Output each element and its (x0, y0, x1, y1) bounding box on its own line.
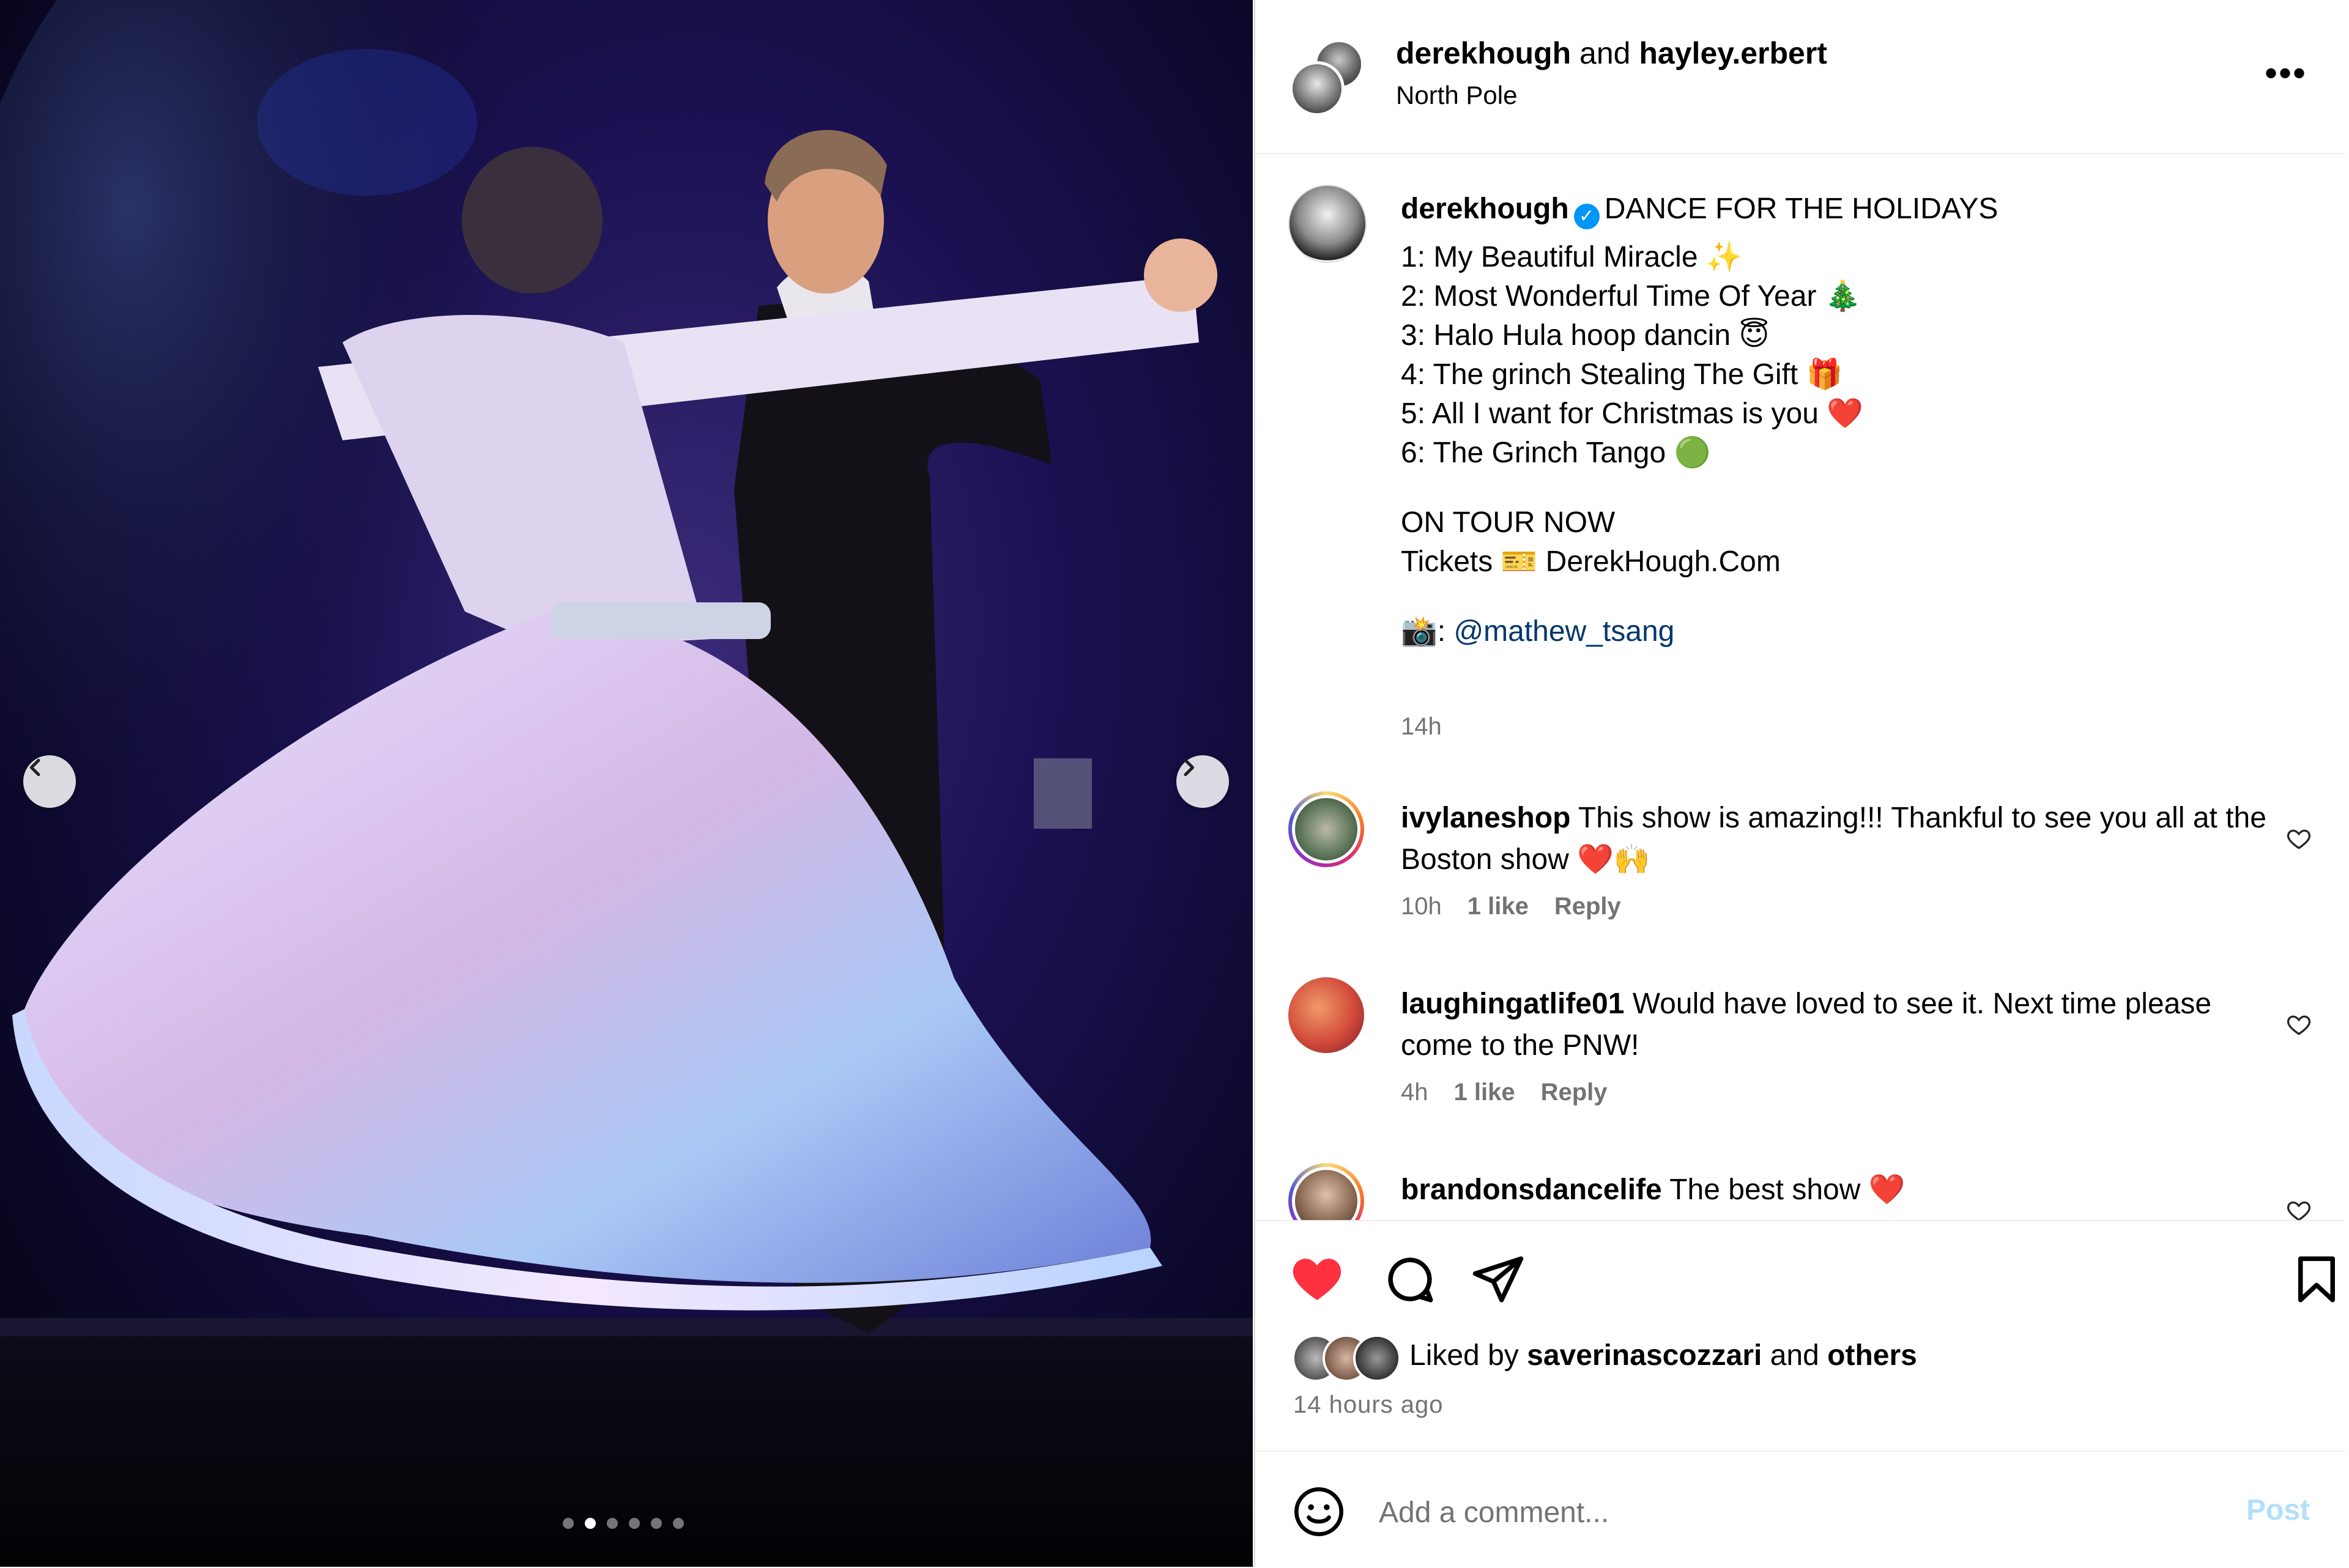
caption-tour: ON TOUR NOW (1401, 506, 1616, 539)
avatar[interactable] (1288, 185, 1367, 263)
comment-likes[interactable]: 1 like (1454, 1079, 1515, 1106)
comment-time[interactable]: 4h (1401, 1079, 1428, 1106)
post-timestamp[interactable]: 14 hours ago (1293, 1391, 1444, 1419)
carousel-dot (651, 1518, 662, 1529)
comments-scroll-area[interactable]: derekhough ✓ DANCE FOR THE HOLIDAYS 1: My … (1255, 154, 2345, 1220)
comment-item: laughingatlife01 Would have loved to see… (1255, 977, 2345, 1136)
chevron-right-icon (1184, 758, 1195, 777)
carousel-indicator (563, 1518, 684, 1529)
caption-list-item: 2: Most Wonderful Time Of Year 🎄 (1401, 280, 1861, 312)
comment-meta: 10h 1 like Reply (1401, 893, 1647, 920)
post-action-bar: Liked by saverinascozzari and others 14 … (1255, 1220, 2345, 1451)
comment-input[interactable] (1378, 1488, 2175, 1536)
share-icon[interactable] (1471, 1252, 1526, 1307)
like-comment-icon[interactable] (2285, 1011, 2312, 1038)
comment-username[interactable]: brandonsdancelife (1401, 1174, 1662, 1206)
liked-by-username[interactable]: saverinascozzari (1527, 1339, 1762, 1372)
comment-body: ivylaneshop This show is amazing!!! Than… (1401, 797, 2282, 881)
comment-icon[interactable] (1382, 1252, 1438, 1307)
dance-photo (0, 0, 1253, 1567)
caption-list-item: 5: All I want for Christmas is you ❤️ (1401, 398, 1863, 430)
caption-username[interactable]: derekhough (1401, 193, 1569, 225)
like-comment-icon[interactable] (2285, 826, 2312, 852)
post-caption: derekhough ✓ DANCE FOR THE HOLIDAYS 1: My … (1401, 190, 2294, 651)
caption-list-item: 4: The grinch Stealing The Gift 🎁 (1401, 358, 1843, 391)
post-comment-button[interactable]: Post (2246, 1493, 2310, 1527)
caption-list-item: 1: My Beautiful Miracle ✨ (1401, 241, 1743, 273)
caption-tickets: Tickets 🎫 DerekHough.Com (1401, 545, 1781, 578)
avatar[interactable] (1288, 791, 1364, 867)
previous-image-button[interactable] (23, 755, 76, 808)
post-location[interactable]: North Pole (1396, 81, 1517, 110)
carousel-dot (673, 1518, 684, 1529)
comment-item: brandonsdancelife The best show ❤️ (1255, 1163, 2345, 1220)
collab-avatars[interactable] (1290, 39, 1364, 116)
caption-list-item: 6: The Grinch Tango 🟢 (1401, 437, 1711, 469)
comment-time[interactable]: 10h (1401, 893, 1442, 920)
avatar (1290, 61, 1345, 116)
comment-username[interactable]: laughingatlife01 (1401, 988, 1624, 1020)
carousel-dot (607, 1518, 618, 1529)
liked-by-prefix: Liked by (1409, 1339, 1519, 1372)
avatar (1353, 1334, 1401, 1382)
carousel-dot-active (585, 1518, 596, 1529)
credit-mention-link[interactable]: @mathew_tsang (1453, 615, 1674, 648)
reply-button[interactable]: Reply (1541, 1079, 1608, 1106)
author-joiner: and (1579, 36, 1631, 70)
post-authors: derekhough and hayley.erbert (1396, 35, 1827, 71)
liked-by-others[interactable]: others (1827, 1339, 1917, 1372)
more-options-icon[interactable]: ••• (2265, 55, 2307, 92)
comment-body: brandonsdancelife The best show ❤️ (1401, 1169, 2282, 1211)
comment-username[interactable]: ivylaneshop (1401, 802, 1570, 834)
coauthor-username[interactable]: hayley.erbert (1639, 36, 1827, 70)
comment-text: The best show ❤️ (1669, 1174, 1906, 1206)
avatar[interactable] (1288, 977, 1364, 1053)
chevron-left-icon (29, 758, 40, 777)
post-media[interactable] (0, 0, 1253, 1567)
comment-item: ivylaneshop This show is amazing!!! Than… (1255, 791, 2345, 950)
author-username[interactable]: derekhough (1396, 36, 1571, 70)
next-image-button[interactable] (1176, 755, 1229, 808)
verified-badge-icon: ✓ (1573, 204, 1600, 229)
post-header: derekhough and hayley.erbert North Pole … (1255, 0, 2345, 154)
liked-by-summary[interactable]: Liked by saverinascozzari and others (1409, 1339, 1917, 1372)
caption-timestamp[interactable]: 14h (1401, 713, 1442, 741)
save-bookmark-icon[interactable] (2289, 1252, 2344, 1307)
credit-prefix: 📸: (1401, 615, 1454, 648)
comment-meta: 4h 1 like Reply (1401, 1079, 1633, 1106)
post-details-panel: derekhough and hayley.erbert North Pole … (1254, 0, 2345, 1567)
reply-button[interactable]: Reply (1554, 893, 1621, 920)
emoji-icon[interactable] (1292, 1485, 1346, 1539)
comment-likes[interactable]: 1 like (1468, 893, 1529, 920)
avatar[interactable] (1288, 1163, 1364, 1220)
carousel-dot (563, 1518, 574, 1529)
comment-body: laughingatlife01 Would have loved to see… (1401, 983, 2282, 1067)
like-comment-icon[interactable] (2285, 1197, 2312, 1220)
like-heart-icon[interactable] (1290, 1252, 1345, 1307)
caption-title: DANCE FOR THE HOLIDAYS (1604, 193, 1998, 225)
liked-by-joiner: and (1770, 1339, 1819, 1372)
caption-list-item: 3: Halo Hula hoop dancin 😇 (1401, 319, 1770, 352)
carousel-dot (629, 1518, 640, 1529)
add-comment-bar: Post (1255, 1451, 2345, 1568)
caption-credit: 📸: @mathew_tsang (1401, 612, 2294, 651)
